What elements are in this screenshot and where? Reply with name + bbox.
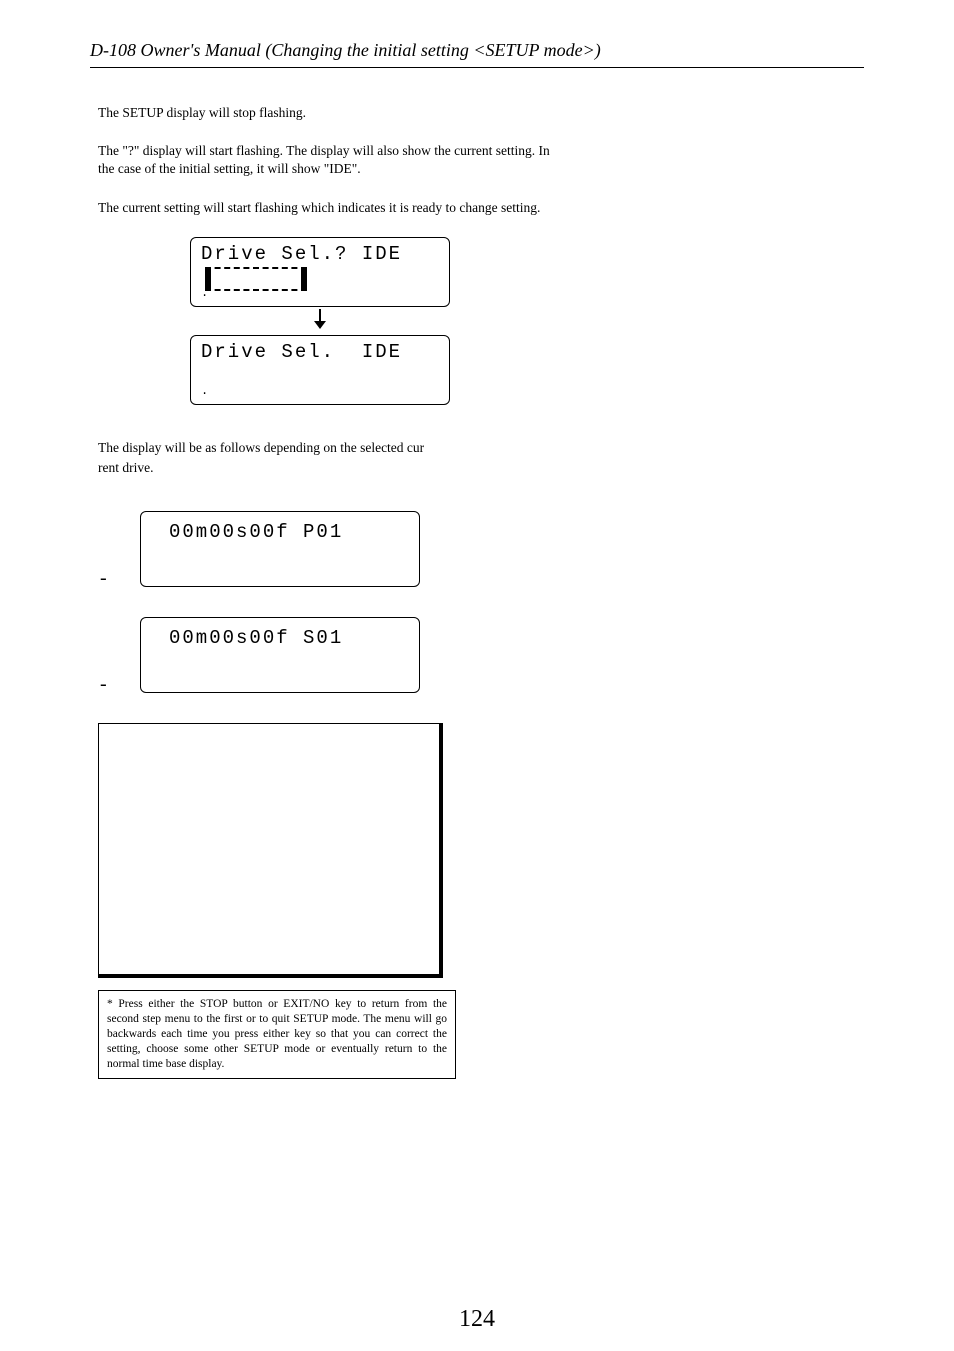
- paragraph-3: The current setting will start flashing …: [98, 199, 568, 217]
- lcd-bottom-line1: Drive Sel. IDE: [201, 342, 439, 363]
- header-rule: [90, 67, 864, 68]
- flash-indicator-box: [205, 267, 307, 291]
- lcd-top-line2: .: [201, 287, 210, 300]
- note-box: * Press either the STOP button or EXIT/N…: [98, 990, 456, 1079]
- lcd-display-bottom: Drive Sel. IDE .: [190, 335, 450, 405]
- paragraph-4a: The display will be as follows depending…: [98, 439, 568, 457]
- lcd-s01-line: 00m00s00f S01: [151, 628, 409, 649]
- hyphen-mark-1: -: [100, 567, 107, 581]
- lcd-display-top: Drive Sel.? IDE .: [190, 237, 450, 307]
- page: D-108 Owner's Manual (Changing the initi…: [0, 0, 954, 1351]
- lcd-top-line1: Drive Sel.? IDE: [201, 244, 439, 265]
- lcd-display-s01: 00m00s00f S01: [140, 617, 420, 693]
- illustration-placeholder-box: [98, 723, 443, 978]
- page-number: 124: [0, 1306, 954, 1333]
- lcd-p01-line: 00m00s00f P01: [151, 522, 409, 543]
- down-arrow-icon: [190, 309, 450, 333]
- lcd-group-drive-sel: Drive Sel.? IDE . Drive Sel. IDE .: [190, 237, 450, 405]
- page-header: D-108 Owner's Manual (Changing the initi…: [90, 40, 864, 61]
- lcd-display-p01: 00m00s00f P01: [140, 511, 420, 587]
- hyphen-mark-2: -: [100, 673, 107, 687]
- paragraph-4b: rent drive.: [98, 459, 568, 477]
- lcd-bottom-line2: .: [201, 385, 210, 398]
- paragraph-1: The SETUP display will stop flashing.: [98, 104, 568, 122]
- paragraph-2: The "?" display will start flashing. The…: [98, 142, 568, 178]
